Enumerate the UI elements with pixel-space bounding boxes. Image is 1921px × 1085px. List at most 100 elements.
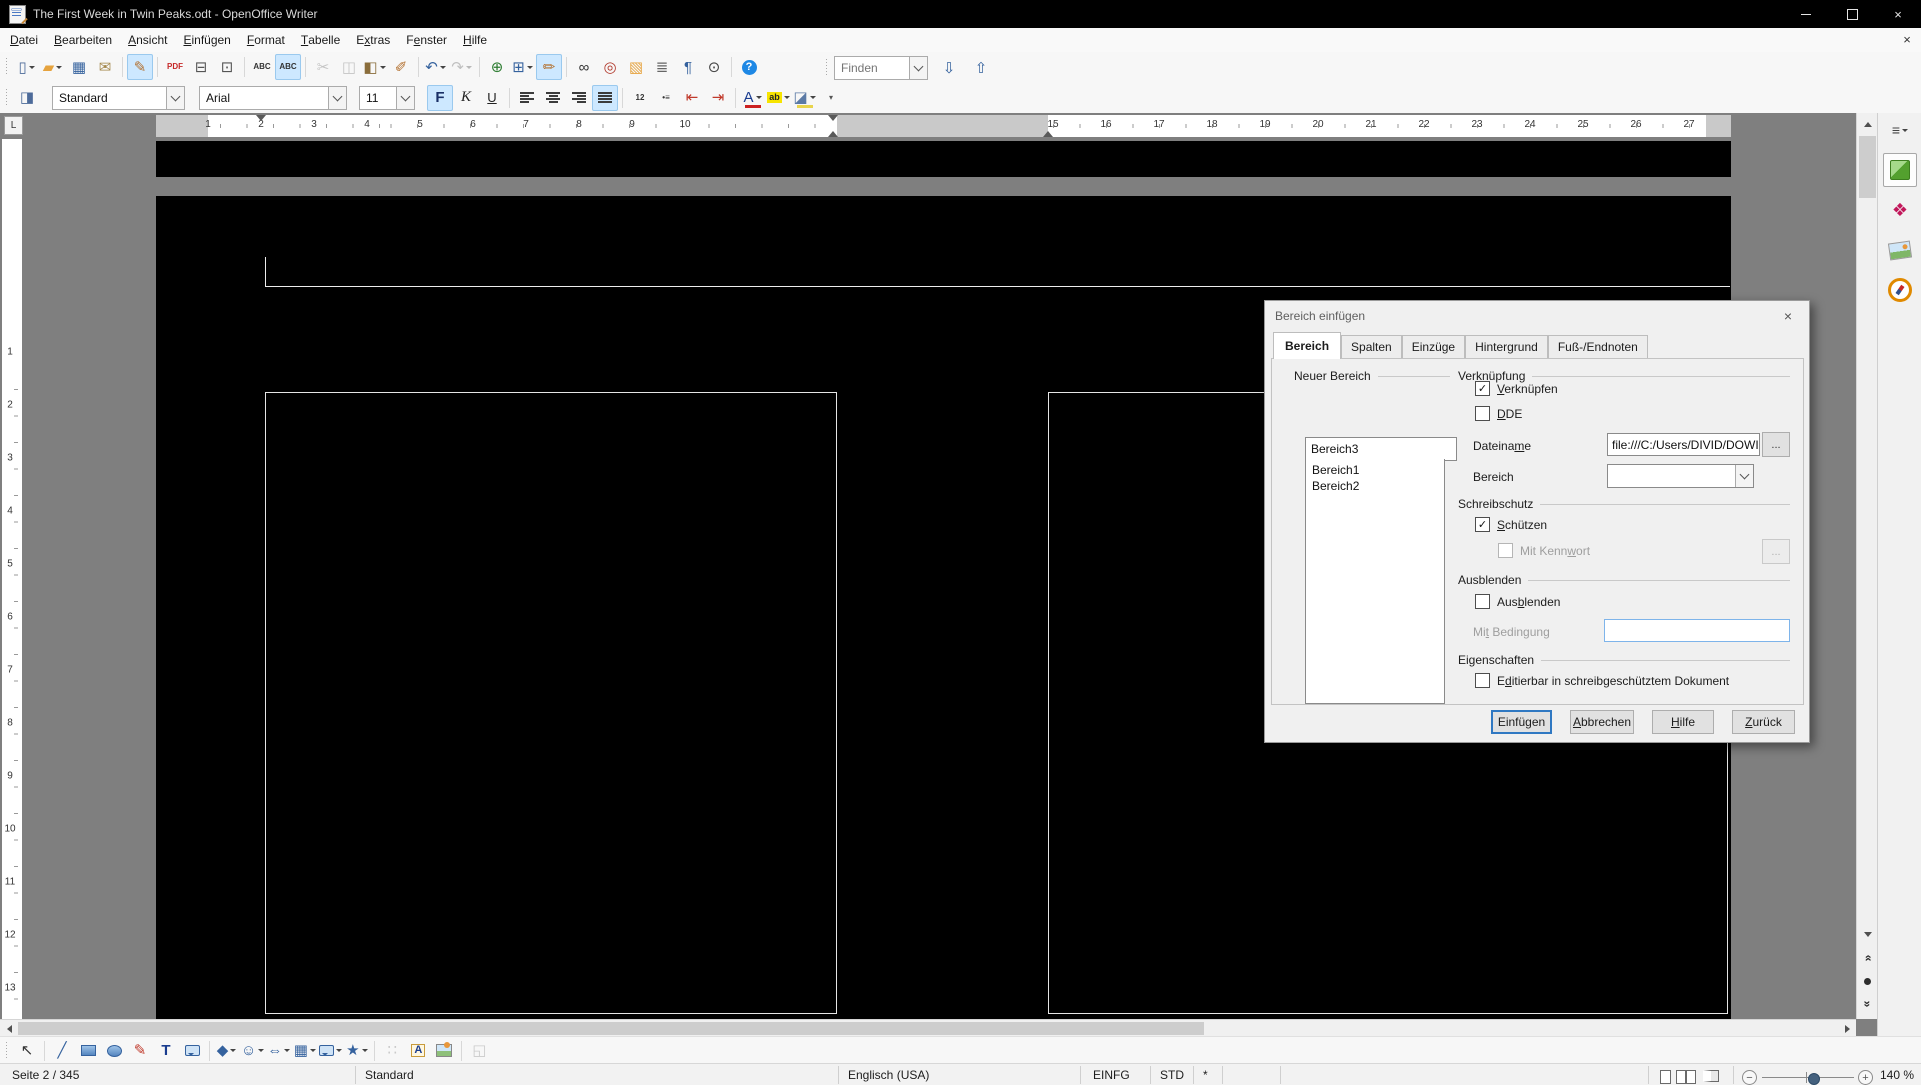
minimize-button[interactable] — [1783, 0, 1829, 28]
dropdown-arrow-icon[interactable] — [335, 1039, 343, 1063]
dropdown-arrow-icon[interactable] — [229, 1039, 237, 1063]
menu-tabelle[interactable]: Tabelle — [293, 28, 348, 52]
dropdown-arrow-icon[interactable] — [28, 55, 36, 79]
vertical-scrollbar[interactable]: » » — [1856, 113, 1878, 1019]
font-name-dropdown[interactable] — [328, 87, 346, 109]
formatting-marks-button[interactable]: ¶ — [675, 54, 701, 80]
rectangle-button[interactable] — [75, 1038, 101, 1064]
zoom-slider-thumb[interactable] — [1808, 1073, 1820, 1085]
bold-button[interactable]: F — [427, 85, 453, 111]
linked-section-dropdown[interactable] — [1735, 465, 1753, 487]
decrease-indent-button[interactable]: ⇤ — [679, 85, 705, 111]
zurück-button[interactable]: Zurück — [1732, 710, 1795, 734]
page-number-status[interactable]: Seite 2 / 345 — [12, 1068, 79, 1082]
dialog-tab-fußendnoten[interactable]: Fuß-/Endnoten — [1548, 335, 1648, 359]
dropdown-arrow-icon[interactable] — [55, 55, 63, 79]
book-view-button[interactable] — [1703, 1070, 1719, 1082]
font-color-button[interactable]: A — [740, 85, 766, 111]
dialog-title-bar[interactable]: Bereich einfügen × — [1265, 301, 1809, 331]
menu-format[interactable]: Format — [239, 28, 293, 52]
first-line-indent-marker[interactable] — [256, 115, 266, 126]
menu-hilfe[interactable]: Hilfe — [455, 28, 495, 52]
print-button[interactable]: ⊟ — [188, 54, 214, 80]
ellipse-button[interactable] — [101, 1038, 127, 1064]
menu-einfügen[interactable]: Einfügen — [175, 28, 238, 52]
gallery-button[interactable]: ▧ — [623, 54, 649, 80]
dropdown-arrow-icon[interactable] — [783, 86, 791, 110]
symbol-shapes-button[interactable]: ☺ — [240, 1038, 266, 1064]
styles-window-button[interactable]: ◨ — [14, 85, 40, 111]
data-sources-button[interactable]: ≣ — [649, 54, 675, 80]
dropdown-arrow-icon[interactable] — [526, 55, 534, 79]
dde-checkbox[interactable]: DDE — [1475, 406, 1522, 421]
find-replace-button[interactable]: ∞ — [571, 54, 597, 80]
block-arrows-button[interactable]: ⇔ — [266, 1038, 292, 1064]
align-right-button[interactable] — [566, 85, 592, 111]
horizontal-scroll-thumb[interactable] — [18, 1022, 1204, 1035]
export-pdf-button[interactable]: PDF — [162, 54, 188, 80]
dropdown-arrow-icon[interactable] — [465, 55, 473, 79]
section-name-input[interactable]: Bereich3 — [1305, 437, 1457, 461]
undo-button[interactable]: ↶ — [423, 54, 449, 80]
scroll-up-button[interactable] — [1857, 115, 1878, 133]
next-page-button[interactable]: » — [1857, 992, 1878, 1014]
font-size-dropdown[interactable] — [396, 87, 414, 109]
dialog-tab-bereich[interactable]: Bereich — [1273, 332, 1341, 359]
section-list-item[interactable]: Bereich2 — [1306, 478, 1444, 494]
table-button[interactable]: ⊞ — [510, 54, 536, 80]
toolbar-grip[interactable] — [4, 1042, 11, 1060]
modified-status[interactable]: * — [1203, 1068, 1208, 1082]
toolbar-grip[interactable] — [4, 89, 11, 107]
freeform-line-button[interactable]: ✎ — [127, 1038, 153, 1064]
paste-button[interactable]: ◧ — [362, 54, 388, 80]
justify-button[interactable] — [592, 85, 618, 111]
align-center-button[interactable] — [540, 85, 566, 111]
navigator-button[interactable]: ◎ — [597, 54, 623, 80]
sidebar-menu-button[interactable]: ≡ — [1888, 121, 1912, 139]
multi-page-view-button2[interactable] — [1686, 1070, 1696, 1084]
picture-from-file-button[interactable] — [431, 1038, 457, 1064]
align-left-button[interactable] — [514, 85, 540, 111]
language-status[interactable]: Englisch (USA) — [848, 1068, 929, 1082]
help-button[interactable]: ? — [736, 54, 762, 80]
menu-ansicht[interactable]: Ansicht — [120, 28, 175, 52]
menu-bearbeiten[interactable]: Bearbeiten — [46, 28, 120, 52]
stars-button[interactable]: ★ — [344, 1038, 370, 1064]
linked-section-combo[interactable] — [1607, 464, 1754, 488]
hyperlink-button[interactable]: ⊕ — [484, 54, 510, 80]
spellcheck-button[interactable]: ABC — [249, 54, 275, 80]
navigation-button[interactable] — [1857, 970, 1878, 992]
paragraph-style-combo[interactable]: Standard — [52, 86, 185, 110]
dropdown-arrow-icon[interactable] — [361, 1039, 369, 1063]
increase-indent-button[interactable]: ⇥ — [705, 85, 731, 111]
dropdown-arrow-icon[interactable] — [257, 1039, 265, 1063]
link-checkbox[interactable]: ✓ Verknüpfen — [1475, 381, 1558, 396]
font-size-combo[interactable]: 11 — [359, 86, 415, 110]
single-page-view-button[interactable] — [1660, 1070, 1671, 1084]
save-button[interactable]: ▦ — [66, 54, 92, 80]
draw-functions-button[interactable]: ✏ — [536, 54, 562, 80]
toolbar-grip[interactable] — [824, 59, 831, 77]
edit-file-button[interactable]: ✎ — [127, 54, 153, 80]
sidebar-tab-gallery[interactable] — [1883, 233, 1917, 267]
find-previous-button[interactable]: ⇧ — [968, 55, 994, 81]
sidebar-tab-properties[interactable] — [1883, 153, 1917, 187]
basic-shapes-button[interactable]: ◆ — [214, 1038, 240, 1064]
find-next-button[interactable]: ⇩ — [936, 55, 962, 81]
paragraph-style-dropdown[interactable] — [166, 87, 184, 109]
dropdown-arrow-icon[interactable] — [379, 55, 387, 79]
einfügen-button[interactable]: Einfügen — [1491, 710, 1552, 734]
column-indent-marker[interactable] — [1043, 126, 1053, 137]
abbrechen-button[interactable]: Abbrechen — [1570, 710, 1634, 734]
section-list[interactable]: Bereich1Bereich2 — [1305, 459, 1445, 704]
flowchart-button[interactable]: ▦ — [292, 1038, 318, 1064]
horizontal-ruler[interactable]: 1234567891015161718192021222324252627 — [156, 115, 1731, 137]
page-style-status[interactable]: Standard — [365, 1068, 414, 1082]
dialog-tab-einzüge[interactable]: Einzüge — [1402, 335, 1465, 359]
text-animation-button[interactable] — [179, 1038, 205, 1064]
editable-checkbox[interactable]: Editierbar in schreibgeschütztem Dokumen… — [1475, 673, 1729, 688]
new-document-button[interactable]: ▯ — [14, 54, 40, 80]
find-input[interactable]: Finden — [834, 56, 928, 80]
zoom-in-button[interactable]: + — [1858, 1070, 1873, 1085]
line-button[interactable]: ╱ — [49, 1038, 75, 1064]
